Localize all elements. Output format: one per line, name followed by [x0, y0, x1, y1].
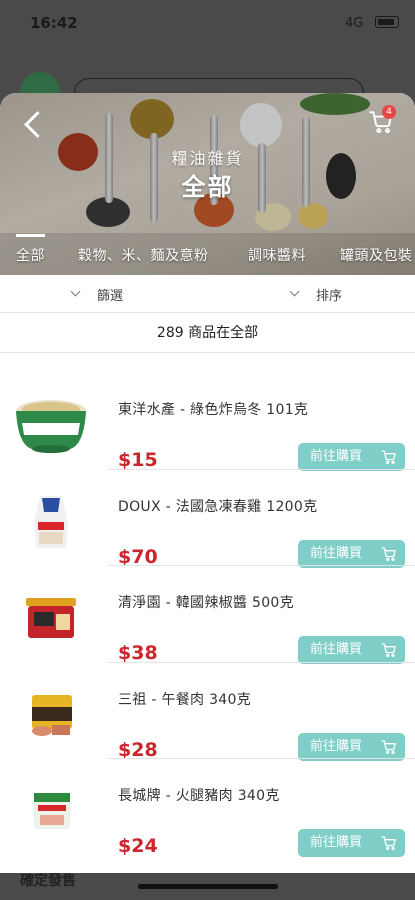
buy-button[interactable]: 前往購買: [298, 732, 405, 761]
buy-button[interactable]: 前往購買: [298, 539, 405, 568]
product-image-luncheon-meat: [32, 694, 72, 736]
tab-canned[interactable]: 罐頭及包裝: [340, 245, 413, 265]
cart-icon: [381, 450, 396, 464]
status-time: 16:42: [30, 14, 78, 32]
category-sheet: 4 糧油雜貨 全部 全部 穀物、米、麵及意粉 調味醬料 罐頭及包裝 篩選 排序 …: [0, 93, 415, 873]
product-name: 長城牌 - 火腿豬肉 340克: [118, 788, 280, 804]
tab-sauces[interactable]: 調味醬料: [248, 245, 306, 265]
screen: 16:42 4G 確定發售 4 糧油雜貨 全部 全部 穀物、米、麵及意粉 調味醬…: [0, 0, 415, 900]
product-image-chili-paste: [26, 598, 76, 638]
category-hero: 4 糧油雜貨 全部 全部 穀物、米、麵及意粉 調味醬料 罐頭及包裝: [0, 93, 415, 275]
filter-sort-bar: 篩選 排序: [0, 275, 415, 313]
cart-count-badge: 4: [382, 105, 396, 119]
tab-all[interactable]: 全部: [16, 234, 45, 265]
list-item[interactable]: DOUX - 法國急凍春雞 1200克 $70 前往購買: [0, 470, 415, 568]
cart-icon: [381, 643, 396, 657]
list-item[interactable]: 長城牌 - 火腿豬肉 340克 $24 前往購買: [0, 759, 415, 857]
category-subtitle: 糧油雜貨: [171, 149, 244, 168]
product-name: 三祖 - 午餐肉 340克: [118, 691, 252, 708]
category-tabs: 全部 穀物、米、麵及意粉 調味醬料 罐頭及包裝: [0, 233, 415, 275]
product-image-frozen-chicken: [34, 495, 68, 548]
product-name: DOUX - 法國急凍春雞 1200克: [118, 498, 318, 515]
buy-button-label: 前往購買: [310, 449, 363, 464]
buy-button[interactable]: 前往購買: [298, 636, 405, 664]
list-item[interactable]: 三祖 - 午餐肉 340克 $28 前往購買: [0, 663, 415, 761]
result-count: 289 商品在全部: [0, 313, 415, 353]
battery-icon: [375, 16, 399, 28]
list-item[interactable]: 清淨園 - 韓國辣椒醬 500克 $38 前往購買: [0, 566, 415, 664]
buy-button[interactable]: 前往購買: [298, 443, 405, 471]
page-title: 全部: [181, 173, 234, 201]
filter-button[interactable]: 篩選: [97, 285, 123, 304]
back-button[interactable]: [20, 107, 50, 143]
status-bar: 16:42 4G: [0, 0, 415, 44]
cart-icon: [381, 739, 396, 754]
background-bottom-text: 確定發售: [20, 873, 76, 889]
product-price: $24: [118, 835, 158, 857]
product-image-udon-cup: [16, 400, 86, 453]
sort-button[interactable]: 排序: [316, 285, 342, 304]
buy-button-label: 前往購買: [310, 738, 363, 754]
cart-icon: [381, 546, 396, 561]
chevron-down-icon: [70, 286, 81, 297]
product-list: 東洋水產 - 綠色炸烏冬 101克 $15 前往購買 DOUX - 法國急凍春雞…: [0, 373, 415, 857]
network-label: 4G: [345, 16, 364, 31]
home-indicator: [138, 884, 278, 889]
chevron-down-icon: [289, 286, 300, 297]
list-item[interactable]: 東洋水產 - 綠色炸烏冬 101克 $15 前往購買: [0, 373, 415, 471]
buy-button-label: 前往購買: [310, 642, 363, 657]
product-name: 清淨園 - 韓國辣椒醬 500克: [118, 595, 294, 611]
buy-button-label: 前往購買: [310, 835, 363, 850]
buy-button-label: 前往購買: [310, 545, 363, 561]
tab-grains[interactable]: 穀物、米、麵及意粉: [78, 245, 209, 265]
cart-icon: [381, 836, 396, 850]
product-name: 東洋水產 - 綠色炸烏冬 101克: [118, 402, 309, 418]
product-image-ham-pork: [34, 793, 70, 829]
buy-button[interactable]: 前往購買: [298, 829, 405, 857]
cart-button[interactable]: 4: [368, 105, 396, 137]
